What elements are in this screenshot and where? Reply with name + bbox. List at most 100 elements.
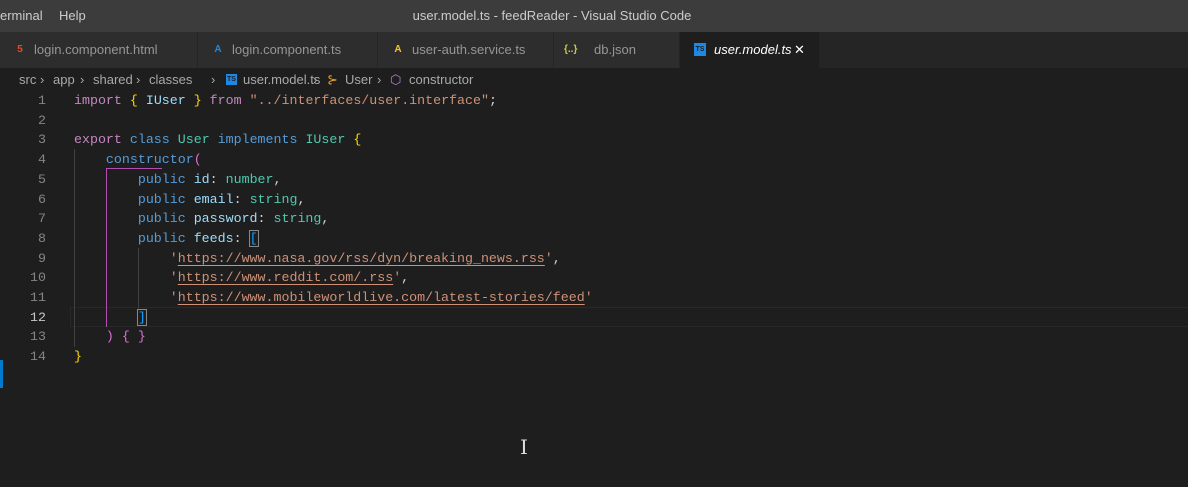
tab-label: db.json <box>594 42 636 57</box>
class-icon: ⊱ <box>327 72 338 87</box>
breadcrumb-item[interactable]: src <box>19 72 36 87</box>
line-number: 6 <box>38 191 46 207</box>
code-token: export <box>74 132 122 148</box>
code-token: , <box>273 171 282 187</box>
code-token[interactable]: https://www.nasa.gov/rss/dyn/breaking_ne… <box>178 251 545 266</box>
code-token: , <box>401 270 410 286</box>
text-cursor-icon: I <box>520 435 528 459</box>
tab-label: login.component.html <box>34 42 158 57</box>
code-token: { <box>121 329 130 345</box>
code-line: 'https://www.nasa.gov/rss/dyn/breaking_n… <box>74 249 561 269</box>
line-number: 10 <box>30 270 46 286</box>
chevron-right-icon: › <box>313 72 318 87</box>
code-token: email <box>193 191 234 207</box>
code-line: 'https://www.reddit.com/.rss', <box>74 268 409 288</box>
code-token: } <box>137 329 146 345</box>
code-line: constructor( <box>74 150 202 170</box>
line-number: 3 <box>38 132 46 148</box>
breadcrumb-item[interactable]: constructor <box>409 72 473 87</box>
typescript-icon: TS <box>226 74 237 85</box>
code-token: public <box>74 230 194 246</box>
code-token: : <box>257 211 274 227</box>
code-token: feeds <box>193 230 234 246</box>
tab-login-component-html[interactable]: 5 login.component.html <box>0 32 198 68</box>
code-token: ( <box>193 152 202 168</box>
code-token: : <box>209 171 226 187</box>
code-token: : <box>233 230 250 246</box>
tab-user-model-ts[interactable]: TS user.model.ts ✕ <box>680 32 820 68</box>
code-token: number <box>225 171 274 187</box>
code-token: public <box>74 211 194 227</box>
line-number: 1 <box>38 93 46 108</box>
window-title: user.model.ts - feedReader - Visual Stud… <box>412 8 692 23</box>
code-token[interactable]: https://www.reddit.com/.rss <box>178 270 393 285</box>
code-line: public id: number, <box>74 170 282 190</box>
code-token: , <box>552 250 561 266</box>
code-token: password <box>193 211 258 227</box>
code-token: ' <box>74 290 178 305</box>
tab-label: login.component.ts <box>232 42 342 57</box>
tab-label: user-auth.service.ts <box>412 42 526 57</box>
code-token: id <box>193 171 210 187</box>
tab-db-json[interactable]: {..} db.json <box>554 32 680 68</box>
code-token: { <box>353 132 362 148</box>
code-line: ) { } <box>74 327 146 347</box>
code-token: ' <box>74 270 178 286</box>
code-line: public email: string, <box>74 190 306 210</box>
code-line: public password: string, <box>74 209 330 229</box>
code-token: string <box>273 211 322 227</box>
code-token: , <box>321 211 330 227</box>
chevron-right-icon: › <box>377 72 382 87</box>
close-tab-icon[interactable]: ✕ <box>794 42 805 58</box>
breadcrumb-item[interactable]: classes <box>149 72 192 87</box>
title-bar: erminal Help user.model.ts - feedReader … <box>0 0 1188 32</box>
line-number: 14 <box>30 349 46 365</box>
code-token: ; <box>488 93 497 108</box>
breadcrumb-item[interactable]: user.model.ts <box>243 72 320 87</box>
code-line: import { IUser } from "../interfaces/use… <box>74 91 497 111</box>
code-token: ' <box>74 250 178 266</box>
line-number: 4 <box>38 152 46 168</box>
code-token: string <box>249 191 298 207</box>
tab-label: user.model.ts <box>714 42 792 57</box>
code-token: ] <box>136 308 147 326</box>
typescript-icon: TS <box>694 43 706 56</box>
angular-service-icon: A <box>394 44 402 55</box>
code-token: constructor <box>105 152 194 168</box>
code-token: ) <box>105 329 114 345</box>
code-line: ] <box>74 308 147 328</box>
code-line: public feeds: [ <box>74 229 259 249</box>
code-token: : <box>233 191 250 207</box>
code-token: IUser <box>305 132 346 148</box>
code-line: } <box>74 347 82 367</box>
chevron-right-icon: › <box>136 72 141 87</box>
line-number: 11 <box>30 290 46 305</box>
breadcrumb: src › app › shared › classes › user.model.ts › Use… <box>0 68 1188 90</box>
line-number: 7 <box>38 211 46 227</box>
breadcrumb-item[interactable]: app <box>53 72 75 87</box>
angular-icon: A <box>214 44 222 55</box>
code-editor[interactable]: I 1 import { IUser } from "../interfaces/… <box>0 90 1188 487</box>
code-token: } <box>74 349 82 365</box>
json-icon: {..} <box>564 44 578 55</box>
line-number: 5 <box>38 171 46 187</box>
chevron-right-icon: › <box>40 72 45 87</box>
tab-user-auth-service-ts[interactable]: Auser-auth.service.ts <box>378 32 554 68</box>
code-line: export class User implements IUser { <box>74 130 361 150</box>
method-icon: ⬡ <box>390 72 402 87</box>
breadcrumb-item[interactable]: User <box>345 72 372 87</box>
code-token: import <box>74 93 122 108</box>
line-number: 13 <box>30 329 46 345</box>
line-number: 12 <box>30 309 46 325</box>
code-line: 'https://www.mobileworldlive.com/latest-… <box>74 288 593 308</box>
code-token[interactable]: https://www.mobileworldlive.com/latest-s… <box>178 290 585 305</box>
breadcrumb-item[interactable]: shared <box>93 72 133 87</box>
tab-bar: 5 login.component.html Alogin.component.ts… <box>0 32 1188 68</box>
tab-login-component-ts[interactable]: Alogin.component.ts <box>198 32 378 68</box>
code-token: } <box>193 93 202 108</box>
